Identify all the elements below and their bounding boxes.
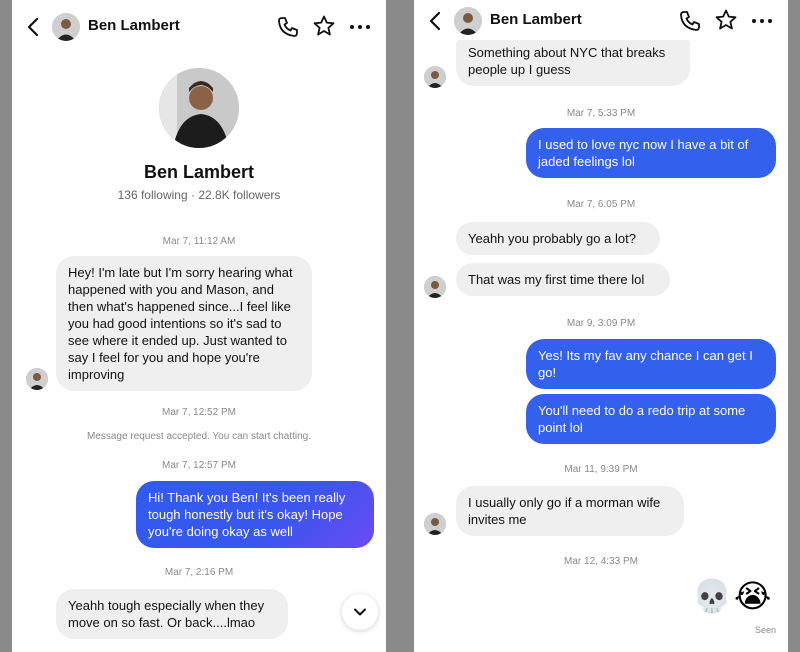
message-outgoing[interactable]: I used to love nyc now I have a bit of j… bbox=[526, 128, 776, 178]
timestamp: Mar 7, 2:16 PM bbox=[164, 567, 234, 578]
chevron-down-icon bbox=[354, 608, 366, 616]
message-incoming[interactable]: Yeahh tough especially when they move on… bbox=[56, 589, 288, 639]
sender-avatar bbox=[26, 368, 48, 390]
chat-screen-left: Ben Lambert Ben Lambert 136 following · … bbox=[12, 0, 386, 652]
message-outgoing[interactable]: Yes! Its my fav any chance I can get I g… bbox=[526, 339, 776, 389]
timestamp: Mar 11, 9:39 PM bbox=[564, 464, 638, 475]
message-incoming[interactable]: Yeahh you probably go a lot? bbox=[456, 222, 660, 255]
profile-followers[interactable]: 136 following · 22.8K followers bbox=[12, 188, 386, 202]
timestamp: Mar 7, 11:12 AM bbox=[162, 236, 236, 247]
sender-avatar bbox=[424, 276, 446, 298]
message-incoming[interactable]: That was my first time there lol bbox=[456, 263, 670, 296]
sender-avatar bbox=[424, 66, 446, 88]
more-options-icon[interactable] bbox=[348, 16, 372, 38]
crying-emoji[interactable]: 😭 bbox=[734, 578, 771, 614]
scroll-down-button[interactable] bbox=[342, 594, 378, 630]
timestamp: Mar 7, 12:57 PM bbox=[162, 460, 236, 471]
timestamp: Mar 7, 5:33 PM bbox=[566, 108, 636, 119]
message-incoming[interactable]: Something about NYC that breaks people u… bbox=[456, 38, 690, 86]
back-arrow-icon[interactable] bbox=[424, 8, 448, 34]
sender-avatar bbox=[424, 513, 446, 535]
system-message: Message request accepted. You can start … bbox=[86, 431, 312, 442]
chat-screen-right: Ben Lambert Something about NYC that bre… bbox=[414, 0, 788, 652]
seen-receipt: Seen bbox=[754, 625, 776, 635]
message-outgoing[interactable]: Hi! Thank you Ben! It's been really toug… bbox=[136, 481, 374, 548]
avatar[interactable] bbox=[454, 7, 482, 35]
chat-header: Ben Lambert bbox=[414, 0, 788, 40]
chat-header: Ben Lambert bbox=[12, 0, 386, 54]
timestamp: Mar 9, 3:09 PM bbox=[566, 318, 636, 329]
profile-name: Ben Lambert bbox=[143, 162, 255, 182]
message-incoming[interactable]: Hey! I'm late but I'm sorry hearing what… bbox=[56, 256, 312, 391]
timestamp: Mar 7, 12:52 PM bbox=[162, 407, 236, 418]
timestamp: Mar 7, 6:05 PM bbox=[566, 199, 636, 210]
back-arrow-icon[interactable] bbox=[22, 14, 46, 40]
phone-call-icon[interactable] bbox=[678, 9, 702, 33]
star-icon[interactable] bbox=[714, 8, 738, 32]
avatar[interactable] bbox=[52, 13, 80, 41]
profile-avatar[interactable] bbox=[159, 68, 239, 148]
more-options-icon[interactable] bbox=[750, 10, 774, 32]
message-outgoing[interactable]: You'll need to do a redo trip at some po… bbox=[526, 394, 776, 444]
message-incoming[interactable]: I usually only go if a morman wife invit… bbox=[456, 486, 684, 536]
skull-emoji[interactable]: 💀 bbox=[692, 578, 732, 614]
timestamp: Mar 12, 4:33 PM bbox=[564, 556, 638, 567]
star-icon[interactable] bbox=[312, 14, 336, 38]
contact-name[interactable]: Ben Lambert bbox=[490, 11, 582, 28]
contact-name[interactable]: Ben Lambert bbox=[88, 17, 180, 34]
phone-call-icon[interactable] bbox=[276, 15, 300, 39]
